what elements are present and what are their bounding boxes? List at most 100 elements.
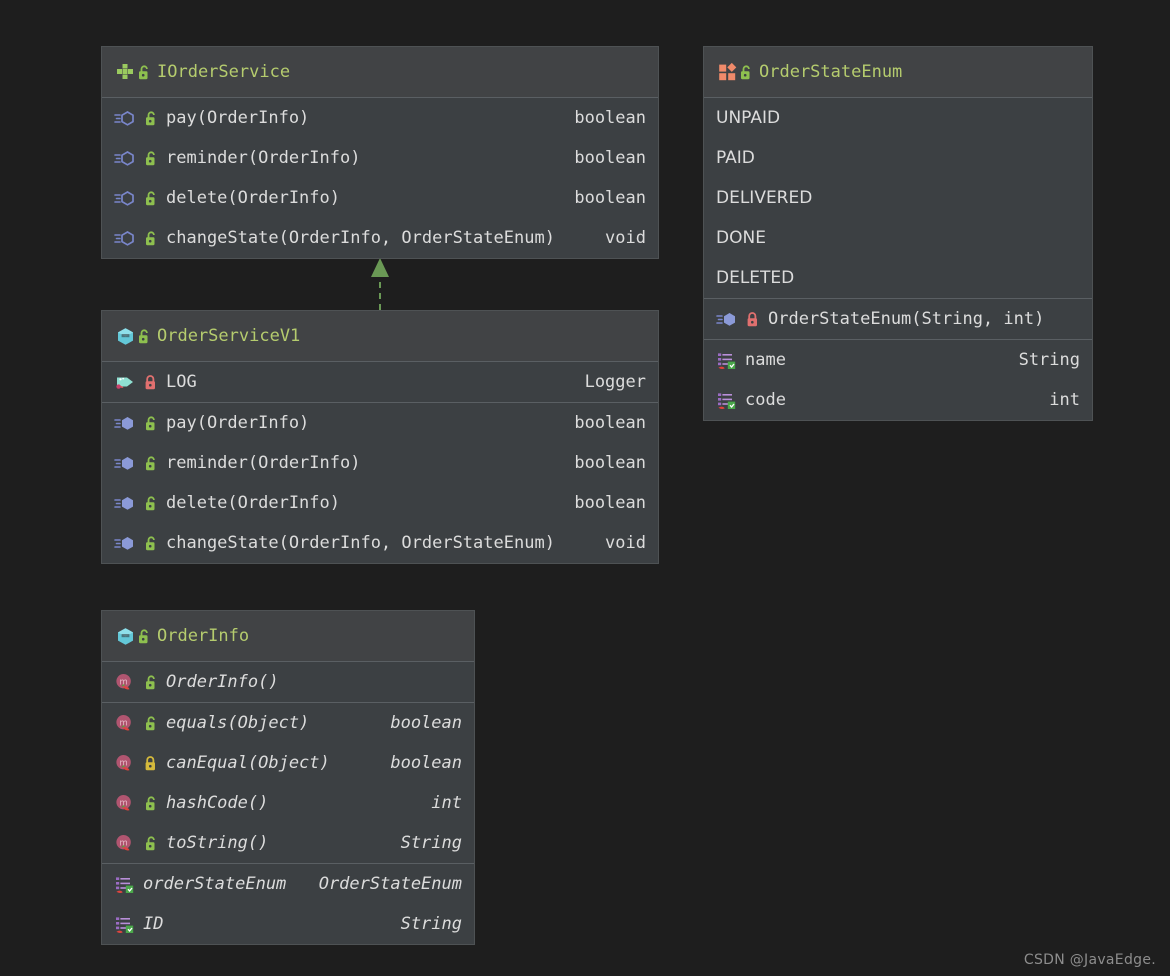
member-row[interactable]: orderStateEnum OrderStateEnum	[102, 864, 474, 904]
class-icon	[114, 325, 136, 347]
member-name: delete(OrderInfo)	[166, 188, 340, 208]
uml-class-orderstateenum[interactable]: OrderStateEnum UNPAID PAID DELIVERED DON…	[703, 46, 1093, 421]
member-row[interactable]: reminder(OrderInfo) boolean	[102, 138, 658, 178]
member-row[interactable]: delete(OrderInfo) boolean	[102, 483, 658, 523]
fields-section: LOG Logger	[102, 361, 658, 402]
unlocked-green-icon	[143, 713, 159, 733]
lombok-field-icon	[716, 389, 738, 411]
member-row[interactable]: name String	[704, 340, 1092, 380]
member-row[interactable]: m equals(Object) boolean	[102, 703, 474, 743]
member-row[interactable]: m toString() String	[102, 823, 474, 863]
lombok-field-icon	[716, 349, 738, 371]
enum-constant-label: DELIVERED	[716, 188, 813, 208]
member-row[interactable]: reminder(OrderInfo) boolean	[102, 443, 658, 483]
methods-section: pay(OrderInfo) boolean reminder(OrderInf…	[102, 402, 658, 563]
member-row[interactable]: OrderStateEnum(String, int)	[704, 299, 1092, 339]
lombok-method-icon: m	[114, 792, 136, 814]
lombok-method-icon: m	[114, 671, 136, 693]
member-type: String	[400, 833, 462, 853]
locked-red-icon	[143, 372, 159, 392]
class-title: OrderInfo	[157, 626, 250, 646]
enum-constant-row[interactable]: DELIVERED	[704, 178, 1092, 218]
class-title: OrderServiceV1	[157, 326, 301, 346]
method-icon	[114, 412, 136, 434]
lombok-method-icon: m	[114, 752, 136, 774]
member-row[interactable]: m hashCode() int	[102, 783, 474, 823]
member-row[interactable]: delete(OrderInfo) boolean	[102, 178, 658, 218]
member-name: pay(OrderInfo)	[166, 413, 310, 433]
member-type: boolean	[390, 713, 462, 733]
interface-icon	[114, 61, 136, 83]
member-type: boolean	[390, 753, 462, 773]
class-header-iorderservice[interactable]: IOrderService	[102, 47, 658, 97]
enum-constant-row[interactable]: DELETED	[704, 258, 1092, 298]
member-type: boolean	[574, 108, 646, 128]
class-header-orderstateenum[interactable]: OrderStateEnum	[704, 47, 1092, 97]
uml-class-iorderservice[interactable]: IOrderService pay(OrderInfo) boolean rem…	[101, 46, 659, 259]
method-icon	[716, 308, 738, 330]
member-row[interactable]: changeState(OrderInfo, OrderStateEnum) v…	[102, 218, 658, 258]
unlocked-green-icon	[143, 672, 159, 692]
lombok-field-icon	[114, 913, 136, 935]
member-name: reminder(OrderInfo)	[166, 453, 361, 473]
member-type: boolean	[574, 493, 646, 513]
member-row[interactable]: m canEqual(Object) boolean	[102, 743, 474, 783]
enum-constant-row[interactable]: UNPAID	[704, 98, 1092, 138]
method-icon	[114, 532, 136, 554]
realization-arrow-order-service-v1-to-iorder-service	[371, 258, 389, 310]
class-title: OrderStateEnum	[759, 62, 903, 82]
member-type: void	[605, 228, 646, 248]
abstract-method-icon	[114, 187, 136, 209]
member-type: boolean	[574, 148, 646, 168]
svg-text:m: m	[119, 839, 127, 849]
member-name: hashCode()	[166, 793, 269, 813]
methods-section: m equals(Object) boolean m canEqual(Obje…	[102, 702, 474, 863]
member-row[interactable]: pay(OrderInfo) boolean	[102, 98, 658, 138]
member-row[interactable]: LOG Logger	[102, 362, 658, 402]
enum-constant-row[interactable]: DONE	[704, 218, 1092, 258]
member-type: String	[1018, 350, 1080, 370]
member-type: Logger	[584, 372, 646, 392]
fields-section: name String code int	[704, 339, 1092, 420]
unlocked-green-icon	[143, 833, 159, 853]
svg-text:m: m	[119, 678, 127, 688]
member-row[interactable]: code int	[704, 380, 1092, 420]
enum-constants-section: UNPAID PAID DELIVERED DONE DELETED	[704, 97, 1092, 298]
enum-constant-label: DELETED	[716, 268, 795, 288]
member-row[interactable]: m OrderInfo()	[102, 662, 474, 702]
unlocked-green-icon	[136, 62, 152, 82]
class-header-orderinfo[interactable]: OrderInfo	[102, 611, 474, 661]
fields-section: orderStateEnum OrderStateEnum ID String	[102, 863, 474, 944]
member-type: boolean	[574, 453, 646, 473]
unlocked-green-icon	[136, 326, 152, 346]
abstract-method-icon	[114, 147, 136, 169]
member-name: toString()	[166, 833, 269, 853]
class-header-orderservicev1[interactable]: OrderServiceV1	[102, 311, 658, 361]
unlocked-green-icon	[143, 493, 159, 513]
member-row[interactable]: ID String	[102, 904, 474, 944]
realization-triangle-arrowhead	[371, 258, 389, 277]
unlocked-green-icon	[143, 533, 159, 553]
member-type: boolean	[574, 188, 646, 208]
uml-class-orderinfo[interactable]: OrderInfo m OrderInfo() m equals(Object)…	[101, 610, 475, 945]
unlocked-green-icon	[143, 413, 159, 433]
member-name: name	[745, 350, 786, 370]
lombok-method-icon: m	[114, 832, 136, 854]
unlocked-green-icon	[143, 188, 159, 208]
member-name: OrderStateEnum(String, int)	[768, 309, 1045, 329]
member-name: changeState(OrderInfo, OrderStateEnum)	[166, 533, 555, 553]
member-type: OrderStateEnum	[318, 874, 462, 894]
unlocked-green-icon	[136, 626, 152, 646]
enum-constant-row[interactable]: PAID	[704, 138, 1092, 178]
class-icon	[114, 625, 136, 647]
abstract-method-icon	[114, 107, 136, 129]
member-name: canEqual(Object)	[166, 753, 330, 773]
unlocked-green-icon	[143, 228, 159, 248]
member-name: changeState(OrderInfo, OrderStateEnum)	[166, 228, 555, 248]
svg-text:m: m	[119, 799, 127, 809]
member-row[interactable]: changeState(OrderInfo, OrderStateEnum) v…	[102, 523, 658, 563]
member-row[interactable]: pay(OrderInfo) boolean	[102, 403, 658, 443]
enum-icon	[716, 61, 738, 83]
enum-constant-label: DONE	[716, 228, 766, 248]
uml-class-orderservicev1[interactable]: OrderServiceV1 LOG Logger pay(OrderInfo)…	[101, 310, 659, 564]
